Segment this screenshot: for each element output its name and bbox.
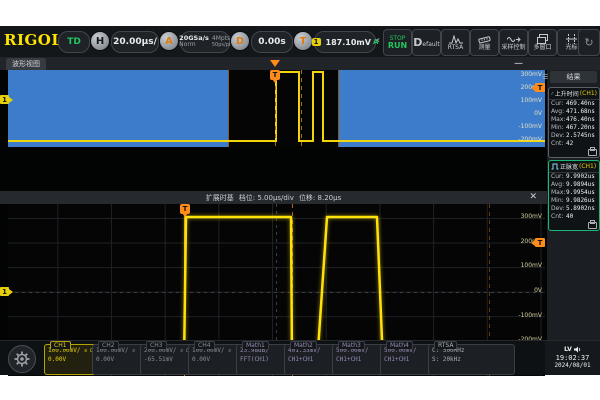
refresh-button[interactable]: ↻ — [578, 29, 600, 56]
stacked-windows-icon — [537, 34, 548, 44]
axis-label: -100mV — [518, 124, 542, 130]
axis-label: 100mV — [521, 98, 542, 104]
run-stop-button[interactable]: STOP RUN — [383, 29, 412, 56]
clock-area[interactable]: LV 19:02:37 2024/08/01 — [545, 341, 600, 375]
tab-row: 波形视图 — — [0, 57, 600, 70]
waveform-arrow-icon — [507, 35, 521, 44]
default-button[interactable]: Default — [412, 29, 441, 56]
channel-box-ch1[interactable]: CH1 100.00mV/ ≡ Ω 0.00V — [44, 344, 97, 375]
channel1-badge[interactable]: 1 — [0, 287, 9, 296]
channel-box-ch3[interactable]: CH3 200.00mV/ ≡ Ω -65.51mV — [140, 344, 193, 375]
trigger-knob[interactable]: T — [294, 32, 312, 50]
status-indicator: LV — [564, 346, 572, 354]
rigol-logo: RIGOL — [4, 31, 62, 49]
sampling-control-button[interactable]: 采样控制 — [499, 29, 528, 56]
rise-time-icon — [551, 90, 554, 97]
results-header: ☰ 结果 — [550, 71, 597, 83]
cursor-icon — [566, 34, 577, 44]
results-sidebar: ☰ 结果 上升时间(CH1) Cur:469.40ns Avg:471.68ns… — [547, 70, 600, 340]
channel-box-math1[interactable]: Math1 23.98dB/ FFT(CH1) — [236, 344, 289, 375]
axis-label: -200mV — [518, 137, 542, 143]
gear-icon — [14, 351, 30, 367]
trigger-position-marker[interactable] — [270, 60, 280, 67]
ruler-icon — [478, 35, 491, 44]
top-bar: RIGOL TD H 20.00μs/ A 20GSa/s Norm 4Mpts… — [0, 26, 600, 58]
measurement-card-risetime[interactable]: 上升时间(CH1) Cur:469.40ns Avg:471.68ns Max:… — [548, 87, 600, 158]
close-zoom-icon[interactable]: ✕ — [529, 192, 537, 202]
channel-box-ch4[interactable]: CH4 100.00mV/ ≡ 0.00V — [188, 344, 241, 375]
time-display: 19:02:37 — [556, 354, 590, 363]
rtsa-box[interactable]: RTSA C: 500MHz S: 20kHz — [428, 344, 515, 375]
oscilloscope-screen: RIGOL TD H 20.00μs/ A 20GSa/s Norm 4Mpts… — [0, 26, 600, 374]
acquisition-button[interactable]: 20GSa/s Norm 4Mpts 50ps/pt — [180, 31, 230, 53]
channel-box-math3[interactable]: Math3 500.00mV/ CH1+CH1 — [332, 344, 385, 375]
minimize-icon[interactable]: — — [514, 59, 523, 69]
trigger-level-badge[interactable]: T — [535, 238, 545, 247]
trigger-level-badge[interactable]: T — [535, 83, 545, 92]
zoom-timebase-bar: 扩展时基 档位: 5.00μs/div 位移: 8.20μs ✕ — [0, 191, 547, 204]
trigger-level: 187.10mV — [326, 38, 371, 47]
coupling-icons: ≡ — [132, 348, 135, 354]
channel-box-ch2[interactable]: CH2 100.00mV/ ≡ 0.00V — [92, 344, 145, 375]
horizontal-knob[interactable]: H — [91, 32, 109, 50]
settings-gear-button[interactable] — [8, 345, 36, 373]
trigger-button[interactable]: 1 187.10mV A — [314, 31, 376, 53]
rtsa-button[interactable]: RTSA — [441, 29, 470, 56]
main-trigger-flag[interactable]: T — [270, 70, 280, 80]
time-per-point: 50ps/pt — [212, 43, 231, 49]
mode-badge[interactable]: TD — [58, 31, 90, 53]
panel-menu-icon[interactable]: ☰ — [542, 73, 548, 81]
zoom-offset-line — [301, 70, 302, 147]
zoom-title: 扩展时基 — [206, 193, 234, 203]
tab-waveform-view[interactable]: 波形视图 — [6, 58, 46, 70]
axis-label: 300mV — [521, 72, 542, 78]
multi-window-button[interactable]: 多窗口 — [528, 29, 557, 56]
trigger-source-badge: 1 — [312, 38, 321, 46]
axis-label: 0V — [534, 111, 542, 117]
measurement-card-pulsewidth[interactable]: 正脉宽(CH1) Cur:9.9902us Avg:9.9894us Max:9… — [548, 160, 600, 231]
channel-box-math2[interactable]: Math2 401.33mV/ CH1+CH1 — [284, 344, 337, 375]
printer-icon[interactable] — [588, 149, 597, 156]
toolbar-prev-arrow[interactable]: ‹ — [376, 35, 380, 46]
speaker-icon — [574, 346, 581, 353]
delay-button[interactable]: 0.00s — [251, 31, 293, 53]
spectrum-icon — [449, 35, 463, 44]
timebase-button[interactable]: 20.00μs/ — [111, 31, 159, 53]
waveform-area: T 300mV 200mV 100mV 0V -100mV -200mV 1 T… — [0, 70, 547, 340]
delay-knob[interactable]: D — [231, 32, 249, 50]
channel-box-math4[interactable]: Math4 500.00mV/ CH1+CH1 — [380, 344, 433, 375]
acquire-knob[interactable]: A — [160, 32, 178, 50]
main-timebase-view[interactable]: T 300mV 200mV 100mV 0V -100mV -200mV 1 T — [8, 70, 545, 147]
positive-pulse-icon — [551, 163, 559, 170]
channel1-badge[interactable]: 1 — [0, 95, 9, 104]
measure-button[interactable]: 测量 — [470, 29, 499, 56]
zoom-trigger-flag[interactable]: T — [180, 204, 190, 214]
printer-icon[interactable] — [588, 222, 597, 229]
coupling-icons: ≡ — [228, 348, 231, 354]
bottom-bar: CH1 100.00mV/ ≡ Ω 0.00V CH2 100.00mV/ ≡ … — [0, 340, 600, 375]
date-display: 2024/08/01 — [554, 362, 590, 370]
acq-mode: Norm — [179, 42, 195, 49]
